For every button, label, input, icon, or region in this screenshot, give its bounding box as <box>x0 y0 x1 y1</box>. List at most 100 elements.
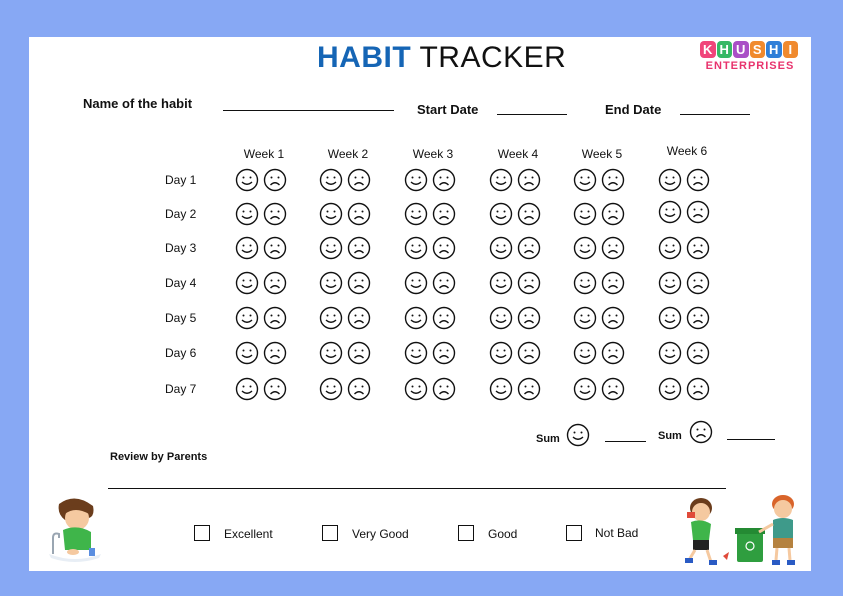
frowny-icon[interactable] <box>601 202 625 226</box>
smiley-icon[interactable] <box>319 341 343 365</box>
smiley-icon[interactable] <box>658 271 682 295</box>
review-checkbox-very-good[interactable] <box>322 525 338 541</box>
frowny-icon[interactable] <box>517 236 541 260</box>
end-date-field[interactable] <box>680 114 750 115</box>
frowny-icon[interactable] <box>517 341 541 365</box>
review-checkbox-not-bad[interactable] <box>566 525 582 541</box>
frowny-icon[interactable] <box>263 306 287 330</box>
smiley-icon[interactable] <box>235 306 259 330</box>
smiley-icon[interactable] <box>658 200 682 224</box>
review-option-label: Good <box>488 527 518 541</box>
smiley-icon[interactable] <box>573 377 597 401</box>
frowny-icon[interactable] <box>601 341 625 365</box>
sum-smiley-icon <box>566 423 590 447</box>
frowny-icon[interactable] <box>347 236 371 260</box>
smiley-icon[interactable] <box>489 168 513 192</box>
week-header: Week 1 <box>243 147 285 161</box>
frowny-icon[interactable] <box>601 168 625 192</box>
frowny-icon[interactable] <box>347 377 371 401</box>
frowny-icon[interactable] <box>263 341 287 365</box>
frowny-icon[interactable] <box>263 377 287 401</box>
smiley-icon[interactable] <box>573 168 597 192</box>
frowny-icon[interactable] <box>347 271 371 295</box>
smiley-icon[interactable] <box>573 341 597 365</box>
smiley-icon[interactable] <box>658 341 682 365</box>
smiley-icon[interactable] <box>319 202 343 226</box>
frowny-icon[interactable] <box>686 200 710 224</box>
smiley-icon[interactable] <box>235 236 259 260</box>
smiley-icon[interactable] <box>658 377 682 401</box>
frowny-icon[interactable] <box>686 341 710 365</box>
frowny-icon[interactable] <box>517 306 541 330</box>
smiley-icon[interactable] <box>658 236 682 260</box>
frowny-icon[interactable] <box>601 271 625 295</box>
smiley-icon[interactable] <box>404 236 428 260</box>
smiley-icon[interactable] <box>489 271 513 295</box>
habit-name-field[interactable] <box>223 110 394 111</box>
sum-happy-field[interactable] <box>605 441 646 442</box>
frowny-icon[interactable] <box>517 202 541 226</box>
smiley-icon[interactable] <box>235 377 259 401</box>
start-date-field[interactable] <box>497 114 567 115</box>
frowny-icon[interactable] <box>686 306 710 330</box>
frowny-icon[interactable] <box>601 377 625 401</box>
smiley-icon[interactable] <box>404 341 428 365</box>
frowny-icon[interactable] <box>432 306 456 330</box>
smiley-icon[interactable] <box>489 236 513 260</box>
frowny-icon[interactable] <box>601 236 625 260</box>
smiley-icon[interactable] <box>235 202 259 226</box>
review-checkbox-excellent[interactable] <box>194 525 210 541</box>
smiley-icon[interactable] <box>573 202 597 226</box>
frowny-icon[interactable] <box>263 202 287 226</box>
frowny-icon[interactable] <box>347 202 371 226</box>
frowny-icon[interactable] <box>686 168 710 192</box>
smiley-icon[interactable] <box>573 236 597 260</box>
smiley-icon[interactable] <box>489 341 513 365</box>
frowny-icon[interactable] <box>347 306 371 330</box>
frowny-icon[interactable] <box>517 271 541 295</box>
frowny-icon[interactable] <box>263 236 287 260</box>
sum-sad-field[interactable] <box>727 439 775 440</box>
smiley-icon[interactable] <box>573 271 597 295</box>
smiley-icon[interactable] <box>319 306 343 330</box>
smiley-icon[interactable] <box>319 377 343 401</box>
habit-name-label: Name of the habit <box>83 96 193 111</box>
frowny-icon[interactable] <box>263 168 287 192</box>
frowny-icon[interactable] <box>432 168 456 192</box>
frowny-icon[interactable] <box>432 236 456 260</box>
frowny-icon[interactable] <box>686 236 710 260</box>
frowny-icon[interactable] <box>432 377 456 401</box>
smiley-icon[interactable] <box>319 271 343 295</box>
frowny-icon[interactable] <box>432 341 456 365</box>
smiley-icon[interactable] <box>404 306 428 330</box>
frowny-icon[interactable] <box>347 341 371 365</box>
smiley-icon[interactable] <box>573 306 597 330</box>
smiley-icon[interactable] <box>658 168 682 192</box>
frowny-icon[interactable] <box>432 271 456 295</box>
smiley-icon[interactable] <box>235 168 259 192</box>
frowny-icon[interactable] <box>686 377 710 401</box>
frowny-icon[interactable] <box>517 377 541 401</box>
smiley-icon[interactable] <box>235 271 259 295</box>
smiley-icon[interactable] <box>404 377 428 401</box>
frowny-icon[interactable] <box>601 306 625 330</box>
smiley-icon[interactable] <box>404 202 428 226</box>
smiley-icon[interactable] <box>319 168 343 192</box>
review-field[interactable] <box>108 488 726 489</box>
smiley-icon[interactable] <box>489 377 513 401</box>
smiley-icon[interactable] <box>658 306 682 330</box>
smiley-icon[interactable] <box>489 202 513 226</box>
frowny-icon[interactable] <box>263 271 287 295</box>
smiley-icon[interactable] <box>489 306 513 330</box>
frowny-icon[interactable] <box>347 168 371 192</box>
title-accent: HABIT <box>317 41 412 74</box>
smiley-icon[interactable] <box>319 236 343 260</box>
frowny-icon[interactable] <box>686 271 710 295</box>
frowny-icon[interactable] <box>432 202 456 226</box>
day-label: Day 3 <box>165 241 197 255</box>
smiley-icon[interactable] <box>404 168 428 192</box>
review-checkbox-good[interactable] <box>458 525 474 541</box>
frowny-icon[interactable] <box>517 168 541 192</box>
smiley-icon[interactable] <box>404 271 428 295</box>
smiley-icon[interactable] <box>235 341 259 365</box>
